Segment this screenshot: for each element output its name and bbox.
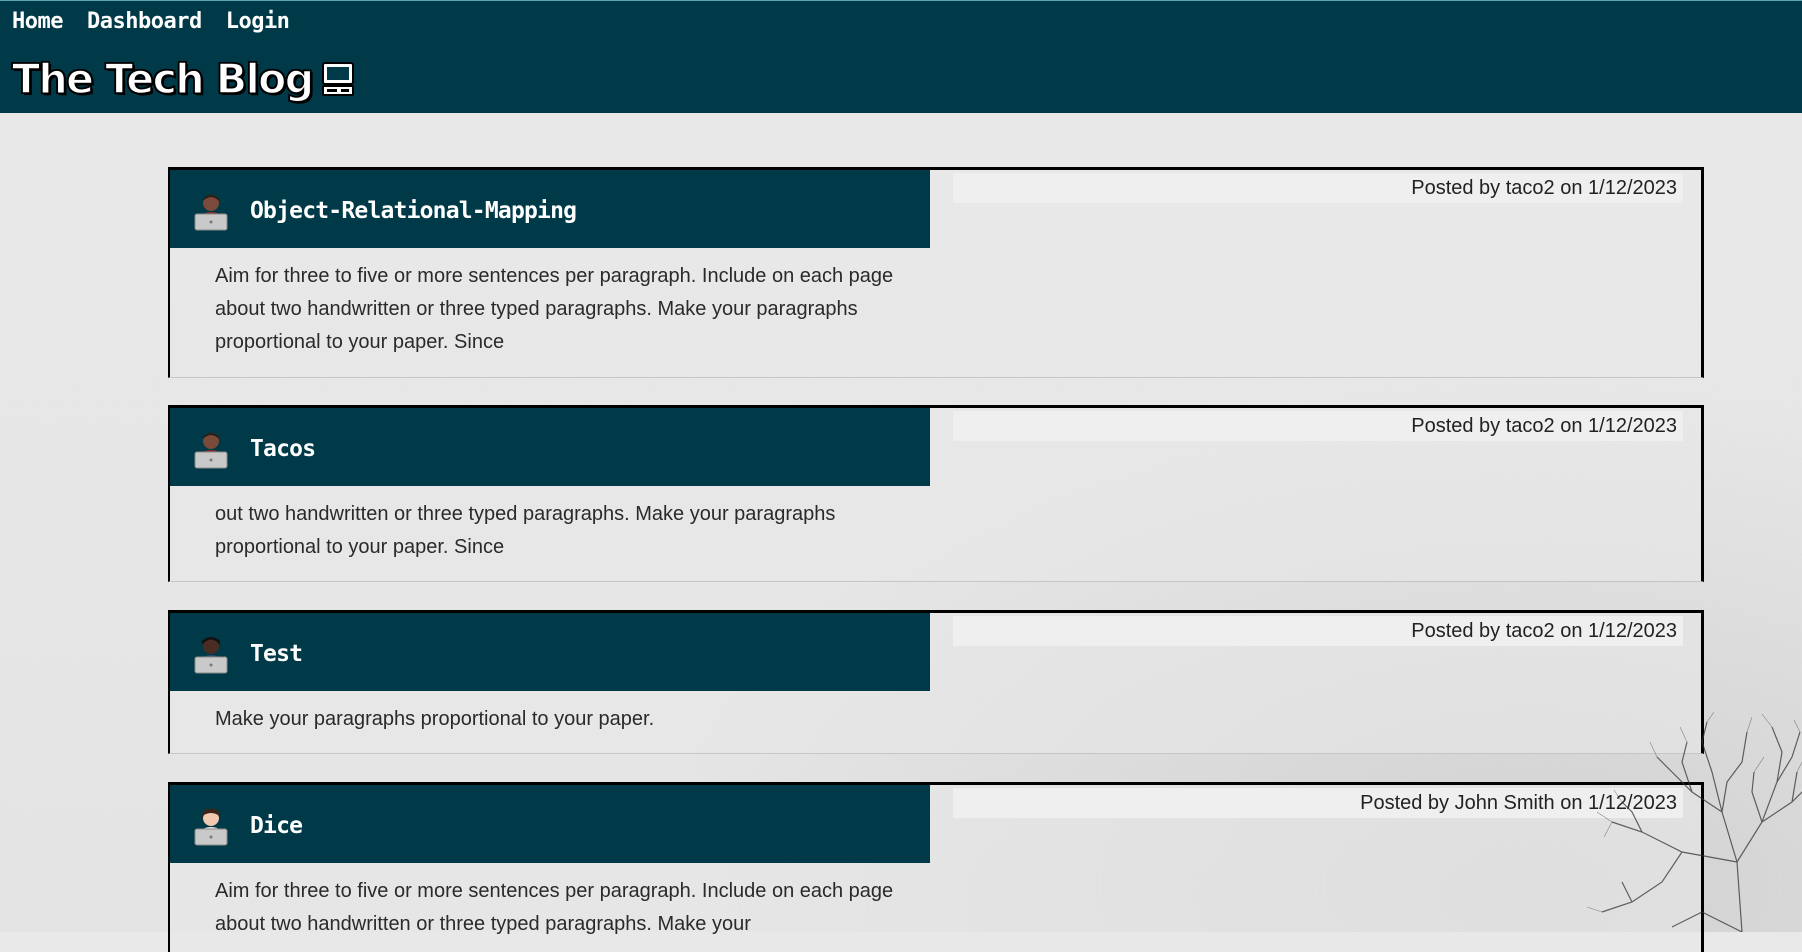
post-header: Test: [170, 613, 930, 691]
post-body: Aim for three to five or more sentences …: [215, 880, 894, 935]
post-body: Aim for three to five or more sentences …: [215, 265, 894, 353]
post-meta: Posted by taco2 on 1/12/2023: [953, 173, 1683, 203]
post-title[interactable]: Tacos: [250, 436, 316, 462]
computer-icon: [321, 61, 355, 97]
nav-login-link[interactable]: Login: [226, 9, 290, 34]
site-header: Home Dashboard Login The Tech Blog: [0, 0, 1802, 113]
nav-dashboard-link[interactable]: Dashboard: [87, 9, 202, 34]
post-title[interactable]: Object-Relational-Mapping: [250, 198, 577, 224]
person-with-laptop-icon: [192, 807, 230, 847]
person-with-laptop-icon: [192, 635, 230, 675]
post-meta: Posted by taco2 on 1/12/2023: [953, 616, 1683, 646]
post-meta: Posted by taco2 on 1/12/2023: [953, 411, 1683, 441]
post-card[interactable]: Tacos Posted by taco2 on 1/12/2023 out t…: [168, 405, 1704, 582]
post-header: Object-Relational-Mapping: [170, 170, 930, 248]
post-title[interactable]: Dice: [250, 813, 303, 839]
person-with-laptop-icon: [192, 430, 230, 470]
post-body: out two handwritten or three typed parag…: [215, 503, 836, 558]
post-header: Tacos: [170, 408, 930, 486]
background-tree-image: [1586, 712, 1802, 932]
person-with-laptop-icon: [192, 192, 230, 232]
post-card[interactable]: Object-Relational-Mapping Posted by taco…: [168, 167, 1704, 378]
main-nav: Home Dashboard Login: [12, 9, 290, 34]
nav-home-link[interactable]: Home: [12, 9, 63, 34]
post-header: Dice: [170, 785, 930, 863]
post-title[interactable]: Test: [250, 641, 303, 667]
site-title-text: The Tech Blog: [11, 54, 315, 104]
site-title[interactable]: The Tech Blog: [11, 54, 355, 104]
post-body: Make your paragraphs proportional to you…: [215, 708, 655, 730]
